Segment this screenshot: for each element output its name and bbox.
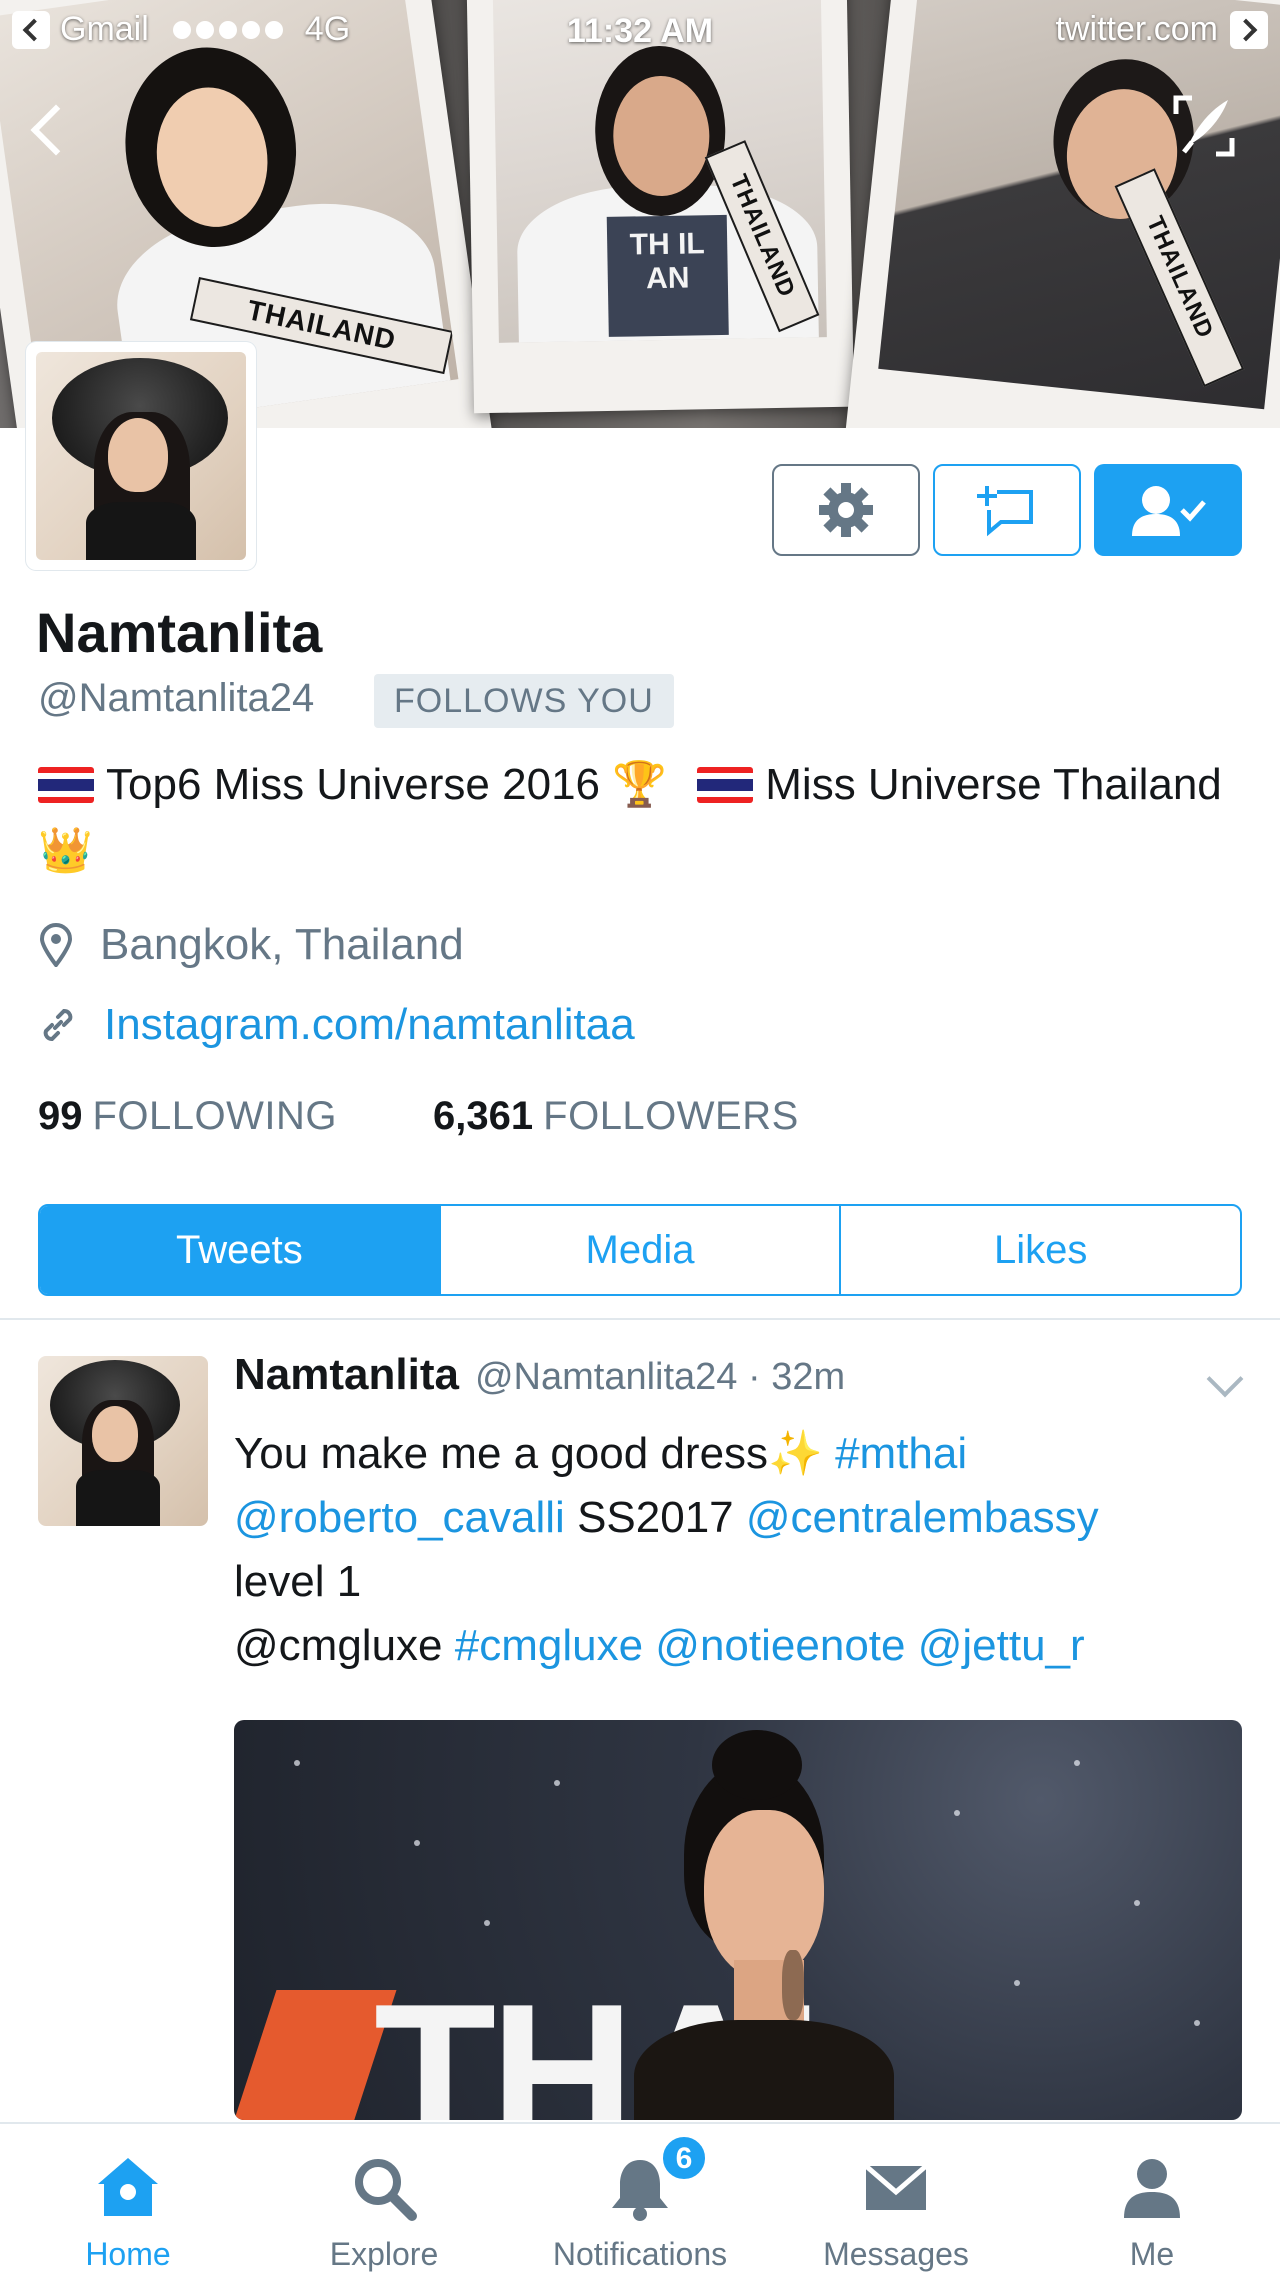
tweet-text-4: @cmgluxe [234,1621,443,1670]
location-pin-icon [39,923,73,967]
banner-shirt-print: TH IL AN [606,214,729,337]
tweet-text-1: You make me a good dress [234,1429,769,1478]
location-text: Bangkok, Thailand [100,920,464,969]
media-model-face [704,1810,824,1980]
nav-home-label: Home [85,2236,171,2272]
media-model-dress [634,2020,894,2120]
person-icon [1124,2159,1180,2218]
search-icon [355,2159,417,2221]
compose-tweet-button[interactable] [1170,92,1238,160]
media-logo-accent [234,1990,397,2120]
notifications-badge: 6 [660,2134,708,2182]
tweet-media-image[interactable]: THAI [234,1720,1242,2120]
back-button[interactable] [20,98,70,158]
profile-name: Namtanlita [36,601,323,664]
tweet-options-chevron-icon[interactable] [1206,1360,1244,1398]
gear-icon [819,483,873,537]
tweet-meta: @Namtanlita24 · 32m [474,1356,846,1398]
status-bar: Gmail 4G 11:32 AM twitter.com [0,0,1280,62]
nav-notifications[interactable]: 6 Notifications [512,2124,768,2276]
nav-explore-label: Explore [329,2236,439,2272]
nav-me-label: Me [1129,2236,1175,2272]
banner-polaroid-3: THAILAND [845,0,1280,428]
mention-centralembassy[interactable]: @centralembassy [746,1493,1099,1542]
media-model-bun [712,1730,802,1800]
mention-notieenote[interactable]: @notieenote [655,1621,905,1670]
profile-bio: Top6 Miss Universe 2016 🏆 Miss Universe … [38,752,1238,884]
user-following-icon [1132,486,1206,536]
tweet-text-3: level 1 [234,1557,362,1606]
nav-messages[interactable]: Messages [768,2124,1024,2276]
add-to-list-button[interactable] [933,464,1081,556]
profile-avatar[interactable] [26,342,256,570]
following-label: FOLLOWING [92,1094,338,1138]
nav-explore[interactable]: Explore [256,2124,512,2276]
settings-button[interactable] [772,464,920,556]
tab-media[interactable]: Media [438,1206,840,1294]
crown-emoji: 👑 [38,826,93,875]
site-label[interactable]: twitter.com [1056,10,1218,49]
thailand-flag-icon [697,767,754,803]
bio-text-2: Miss Universe Thailand [765,760,1222,809]
add-to-list-icon [977,486,1033,537]
forward-to-site-icon[interactable] [1230,10,1268,49]
section-divider [0,1318,1280,1320]
nav-home[interactable]: Home [0,2124,256,2276]
tab-likes[interactable]: Likes [839,1206,1240,1294]
sparkles-emoji: ✨ [768,1429,823,1478]
following-number: 99 [38,1094,83,1138]
profile-handle: @Namtanlita24 [38,676,315,720]
thailand-flag-icon [38,767,94,803]
tweet-text: You make me a good dress✨ #mthai @robert… [234,1422,1254,1678]
profile-location: Bangkok, Thailand [38,920,464,970]
tab-tweets[interactable]: Tweets [40,1206,439,1294]
mention-jettu-r[interactable]: @jettu_r [918,1621,1085,1670]
tweet-author-name[interactable]: Namtanlita [234,1350,459,1400]
tweet-avatar[interactable] [38,1356,208,1526]
following-button[interactable] [1094,464,1242,556]
bottom-nav: Home Explore 6 Notifications Messages Me [0,2122,1280,2276]
hashtag-cmgluxe[interactable]: #cmgluxe [455,1621,643,1670]
website-link[interactable]: Instagram.com/namtanlitaa [104,1000,635,1050]
media-model-earring [782,1950,804,2020]
avatar-photo [36,352,246,560]
following-count[interactable]: 99 FOLLOWING [38,1094,337,1139]
follows-you-badge: FOLLOWS YOU [374,674,674,728]
trophy-emoji: 🏆 [612,760,668,809]
bio-text-1: Top6 Miss Universe 2016 [106,760,601,809]
followers-count[interactable]: 6,361 FOLLOWERS [433,1094,799,1139]
profile-counts: 99 FOLLOWING 6,361 FOLLOWERS [38,1094,799,1139]
nav-notifications-label: Notifications [552,2236,728,2272]
home-icon [98,2158,158,2216]
compose-icon [1173,95,1235,157]
envelope-icon [864,2164,928,2210]
profile-website[interactable]: Instagram.com/namtanlitaa [38,1000,635,1050]
link-icon [43,1009,73,1041]
nav-me[interactable]: Me [1024,2124,1280,2276]
tweet-header: Namtanlita @Namtanlita24 · 32m [234,1350,845,1400]
mention-roberto-cavalli[interactable]: @roberto_cavalli [234,1493,565,1542]
tweet-text-2: SS2017 [577,1493,734,1542]
followers-number: 6,361 [433,1094,534,1138]
profile-tabs: Tweets Media Likes [38,1204,1242,1296]
followers-label: FOLLOWERS [543,1094,799,1138]
banner-sash-3: THAILAND [1114,168,1245,388]
nav-messages-label: Messages [823,2236,969,2272]
hashtag-mthai[interactable]: #mthai [835,1429,967,1478]
